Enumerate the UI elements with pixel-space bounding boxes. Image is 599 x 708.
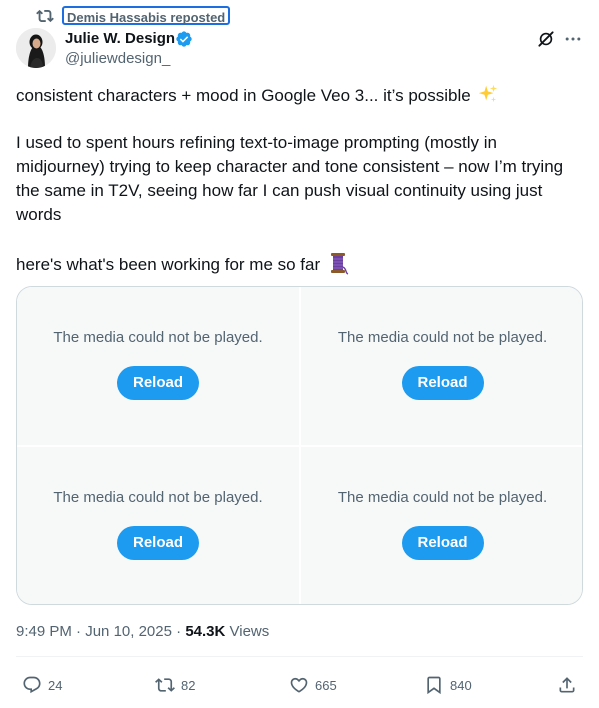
post-text-line3-content: here's what's been working for me so far [16, 255, 321, 274]
post-text-line2: I used to spent hours refining text-to-i… [16, 133, 564, 224]
repost-label[interactable]: Demis Hassabis reposted [62, 6, 231, 25]
verified-badge-icon [175, 30, 193, 48]
media-error-message: The media could not be played. [53, 489, 263, 506]
like-button[interactable]: 665 [289, 672, 337, 698]
heart-icon [290, 677, 308, 693]
repost-icon [155, 678, 175, 692]
media-tile: The media could not be played. Reload [301, 447, 582, 604]
author-handle[interactable]: @juliewdesign_ [65, 49, 170, 69]
post-text-line1-content: consistent characters + mood in Google V… [16, 86, 471, 105]
grok-icon[interactable] [536, 29, 556, 49]
author-name[interactable]: Julie W. Design [65, 29, 175, 49]
post-date[interactable]: Jun 10, 2025 [85, 623, 172, 640]
meta-separator: · [76, 623, 86, 640]
media-error-message: The media could not be played. [337, 329, 548, 346]
views-count: 54.3K [185, 623, 226, 640]
bookmark-count: 840 [450, 677, 472, 693]
avatar[interactable] [16, 28, 56, 68]
reload-button[interactable]: Reload [401, 366, 484, 400]
media-tile: The media could not be played. Reload [17, 447, 299, 604]
meta-separator: · [176, 623, 186, 640]
bookmark-icon [427, 676, 441, 695]
bookmark-button[interactable]: 840 [424, 672, 472, 698]
reload-button[interactable]: Reload [401, 526, 484, 560]
media-error-message: The media could not be played. [337, 489, 548, 506]
share-button[interactable] [557, 672, 577, 698]
media-tile: The media could not be played. Reload [17, 287, 299, 445]
media-tile: The media could not be played. Reload [301, 287, 582, 445]
repost-count: 82 [181, 677, 196, 693]
reply-icon [23, 676, 41, 694]
post-meta: 9:49 PM · Jun 10, 2025 · 54.3K Views [16, 622, 269, 642]
reply-button[interactable]: 24 [22, 672, 62, 698]
divider [16, 656, 583, 657]
media-grid: The media could not be played. Reload Th… [16, 286, 583, 605]
reload-button[interactable]: Reload [117, 526, 199, 560]
repost-icon [36, 7, 54, 25]
more-options-icon[interactable] [563, 29, 583, 49]
post-text-line3: here's what's been working for me so far [16, 251, 586, 277]
views-label: Views [229, 623, 270, 640]
post-text-line1: consistent characters + mood in Google V… [16, 83, 586, 108]
reload-button[interactable]: Reload [117, 366, 199, 400]
repost-button[interactable]: 82 [155, 672, 195, 698]
reply-count: 24 [48, 677, 63, 693]
like-count: 665 [315, 677, 337, 693]
spool-of-thread-icon [327, 251, 349, 275]
sparkles-icon [477, 83, 499, 105]
media-error-message: The media could not be played. [53, 329, 263, 346]
share-icon [559, 677, 575, 693]
post-time[interactable]: 9:49 PM [16, 623, 72, 640]
